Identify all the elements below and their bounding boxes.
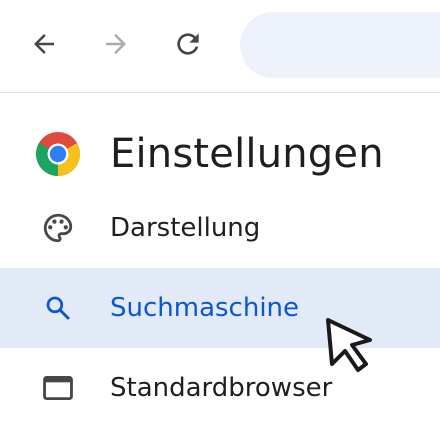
reload-icon	[177, 33, 199, 55]
settings-header	[34, 126, 82, 182]
nav-label-darstellung: Darstellung	[110, 213, 261, 243]
browser-window-icon	[40, 370, 76, 406]
arrow-right-icon	[106, 34, 126, 54]
search-icon	[40, 290, 76, 326]
omnibox[interactable]	[240, 12, 440, 78]
browser-toolbar	[0, 0, 440, 93]
back-button[interactable]	[24, 24, 64, 64]
nav-item-darstellung[interactable]: Darstellung	[0, 188, 440, 268]
nav-label-suchmaschine: Suchmaschine	[110, 293, 300, 323]
reload-button[interactable]	[168, 24, 208, 64]
nav-label-standardbrowser: Standardbrowser	[110, 373, 333, 403]
palette-icon	[40, 210, 76, 246]
forward-button[interactable]	[96, 24, 136, 64]
page-title: Einstellungen	[110, 131, 384, 177]
mouse-pointer-icon	[326, 318, 372, 372]
settings-page: Einstellungen Darstellung Suchmaschine S…	[0, 0, 440, 440]
arrow-left-icon	[34, 34, 54, 54]
chrome-logo-icon	[36, 132, 80, 176]
